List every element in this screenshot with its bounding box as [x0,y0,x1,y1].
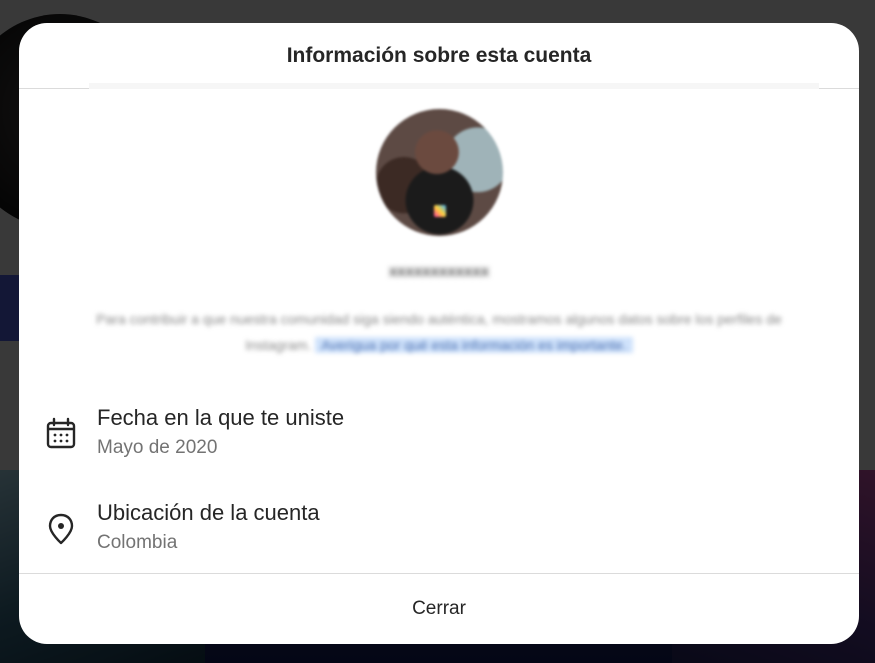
account-info-dialog: Información sobre esta cuenta xxxxxxxxxx… [19,23,859,644]
detail-value: Mayo de 2020 [97,437,218,458]
detail-row-account-location: Ubicación de la cuenta Colombia [19,498,859,568]
shirt-logo [434,205,446,217]
detail-label: Ubicación de la cuenta [97,500,320,525]
learn-more-link[interactable]: Averigua por qué esta información es imp… [315,337,633,353]
close-button[interactable]: Cerrar [19,574,859,644]
profile-avatar [376,109,503,236]
username: xxxxxxxxxxxx [388,263,490,280]
detail-row-date-joined: Fecha en la que te uniste Mayo de 2020 [19,403,859,473]
location-pin-icon [48,513,74,545]
detail-value: Colombia [97,532,178,553]
dialog-title: Información sobre esta cuenta [19,23,859,89]
header-divider-shadow [89,83,819,89]
detail-label: Fecha en la que te uniste [97,405,345,430]
account-info-description: Para contribuir a que nuestra comunidad … [79,306,799,358]
dialog-footer: Cerrar [19,573,859,644]
calendar-icon [46,417,76,449]
